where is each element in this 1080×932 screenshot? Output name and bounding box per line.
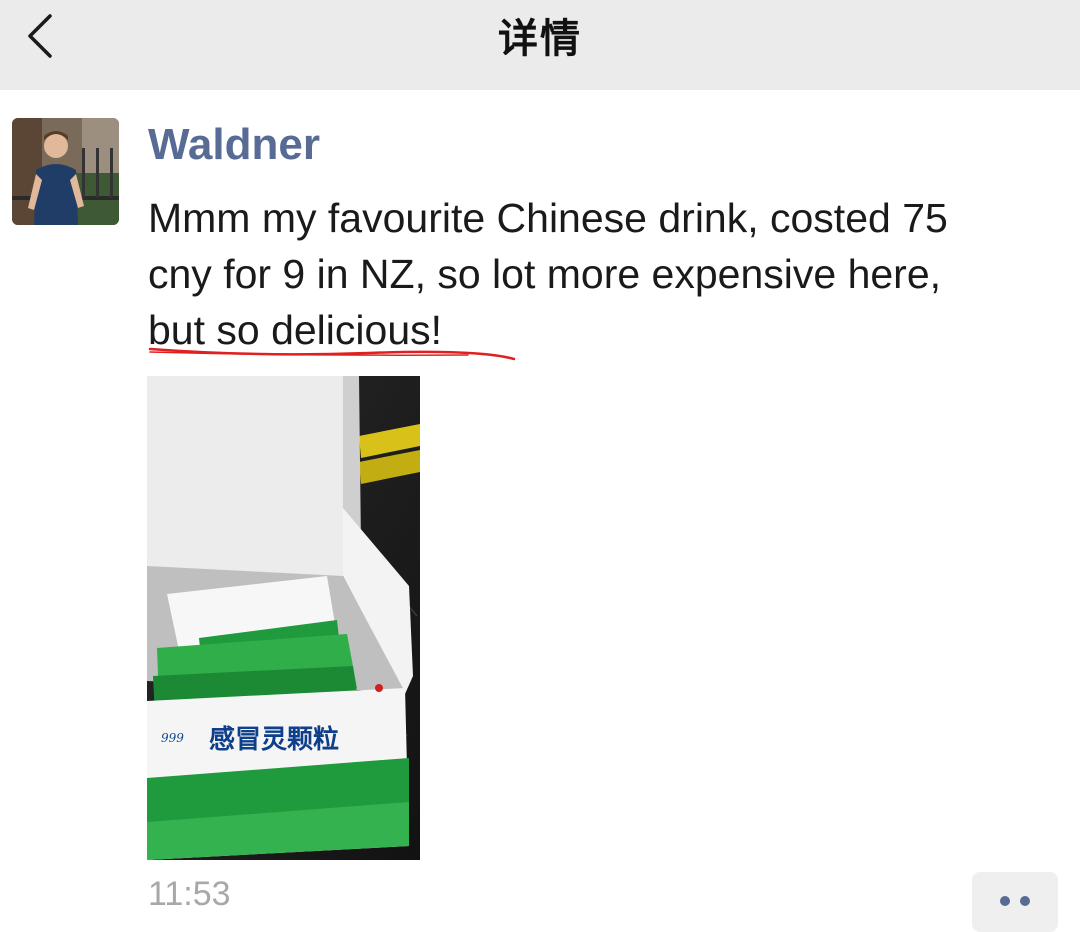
page-title: 详情: [498, 16, 582, 62]
avatar-photo: [12, 118, 119, 225]
post-text: Mmm my favourite Chinese drink, costed 7…: [148, 190, 1068, 358]
top-navigation-bar: 详情: [0, 0, 1080, 90]
post-photo[interactable]: 999 感冒灵颗粒: [147, 376, 420, 860]
post-timestamp: 11:53: [148, 875, 231, 913]
photo-box-label: 感冒灵颗粒: [209, 724, 339, 755]
post-text-line: Mmm my favourite Chinese drink, costed 7…: [148, 195, 948, 241]
medicine-box-photo: 999 感冒灵颗粒: [147, 376, 420, 860]
avatar[interactable]: [12, 118, 119, 225]
photo-brand-mark: 999: [161, 731, 184, 745]
red-underline-mark: [148, 347, 516, 361]
more-options-button[interactable]: [972, 872, 1058, 932]
post-author-name[interactable]: Waldner: [148, 120, 320, 170]
post-text-line: cny for 9 in NZ, so lot more expensive h…: [148, 251, 942, 297]
